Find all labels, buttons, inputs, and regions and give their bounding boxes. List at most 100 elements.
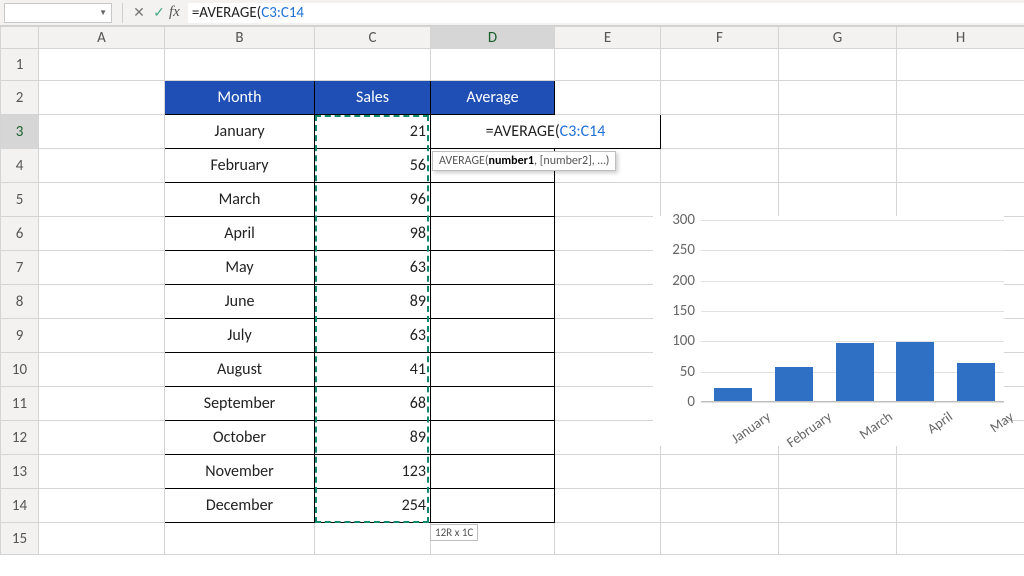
- cell[interactable]: [779, 489, 897, 523]
- col-header[interactable]: C: [315, 27, 431, 49]
- cell[interactable]: [555, 251, 661, 285]
- row-header[interactable]: 4: [1, 149, 39, 183]
- cell[interactable]: [555, 421, 661, 455]
- cell[interactable]: [39, 285, 165, 319]
- row-header[interactable]: 1: [1, 49, 39, 81]
- cell[interactable]: [39, 523, 165, 555]
- row-header[interactable]: 13: [1, 455, 39, 489]
- cell[interactable]: [661, 149, 779, 183]
- col-header[interactable]: G: [779, 27, 897, 49]
- cell[interactable]: [39, 455, 165, 489]
- cell[interactable]: [661, 115, 779, 149]
- select-all-corner[interactable]: [1, 27, 39, 49]
- cell-month[interactable]: December: [165, 489, 315, 523]
- cell[interactable]: [431, 421, 555, 455]
- cell[interactable]: [431, 285, 555, 319]
- col-header[interactable]: A: [39, 27, 165, 49]
- row-header[interactable]: 6: [1, 217, 39, 251]
- chevron-down-icon[interactable]: ▼: [99, 8, 107, 18]
- cell[interactable]: [555, 353, 661, 387]
- cell[interactable]: [431, 489, 555, 523]
- cell[interactable]: [897, 489, 1024, 523]
- cell[interactable]: [165, 523, 315, 555]
- fx-icon[interactable]: fx: [169, 4, 180, 21]
- col-header[interactable]: F: [661, 27, 779, 49]
- cell[interactable]: [39, 217, 165, 251]
- cell[interactable]: [431, 217, 555, 251]
- cell-sales[interactable]: 63: [315, 251, 431, 285]
- cell-sales[interactable]: 41: [315, 353, 431, 387]
- cell-month[interactable]: August: [165, 353, 315, 387]
- cell[interactable]: [165, 49, 315, 81]
- cell[interactable]: [779, 115, 897, 149]
- row-header[interactable]: 2: [1, 81, 39, 115]
- cell-sales[interactable]: 96: [315, 183, 431, 217]
- cell-sales[interactable]: 56: [315, 149, 431, 183]
- cell[interactable]: [555, 319, 661, 353]
- cell[interactable]: [555, 49, 661, 81]
- cell-sales[interactable]: 123: [315, 455, 431, 489]
- cell[interactable]: [431, 251, 555, 285]
- cell[interactable]: [431, 319, 555, 353]
- row-header[interactable]: 8: [1, 285, 39, 319]
- cell[interactable]: [897, 115, 1024, 149]
- cell-month[interactable]: October: [165, 421, 315, 455]
- cell[interactable]: [779, 49, 897, 81]
- cell[interactable]: [555, 387, 661, 421]
- name-box[interactable]: ▼: [4, 3, 112, 23]
- cell[interactable]: [779, 149, 897, 183]
- cell[interactable]: [39, 149, 165, 183]
- col-header[interactable]: B: [165, 27, 315, 49]
- cell[interactable]: [431, 353, 555, 387]
- row-header[interactable]: 3: [1, 115, 39, 149]
- cell-month[interactable]: July: [165, 319, 315, 353]
- col-header[interactable]: D: [431, 27, 555, 49]
- spreadsheet-grid[interactable]: A B C D E F G H 1 2 Month Sales Average …: [0, 26, 1024, 555]
- cell[interactable]: [897, 49, 1024, 81]
- cell[interactable]: [661, 81, 779, 115]
- cell[interactable]: [555, 455, 661, 489]
- row-header[interactable]: 9: [1, 319, 39, 353]
- cell[interactable]: [315, 523, 431, 555]
- cell-sales[interactable]: 68: [315, 387, 431, 421]
- cell-formula-editing[interactable]: =AVERAGE(C3:C14: [431, 115, 661, 149]
- cell[interactable]: [315, 49, 431, 81]
- cell[interactable]: [661, 49, 779, 81]
- row-header[interactable]: 12: [1, 421, 39, 455]
- cell[interactable]: [661, 523, 779, 555]
- cell[interactable]: [897, 81, 1024, 115]
- cell-month[interactable]: March: [165, 183, 315, 217]
- cell[interactable]: [39, 81, 165, 115]
- cell[interactable]: [39, 251, 165, 285]
- table-header-average[interactable]: Average: [431, 81, 555, 115]
- cell-sales[interactable]: 89: [315, 421, 431, 455]
- cell[interactable]: [897, 149, 1024, 183]
- row-header[interactable]: 10: [1, 353, 39, 387]
- cell-month[interactable]: February: [165, 149, 315, 183]
- cell-month[interactable]: June: [165, 285, 315, 319]
- row-header[interactable]: 7: [1, 251, 39, 285]
- cell[interactable]: [431, 387, 555, 421]
- sales-bar-chart[interactable]: 050100150200250300JanuaryFebruaryMarchAp…: [653, 216, 1004, 446]
- cell[interactable]: [555, 81, 661, 115]
- col-header[interactable]: H: [897, 27, 1024, 49]
- row-header[interactable]: 11: [1, 387, 39, 421]
- table-header-sales[interactable]: Sales: [315, 81, 431, 115]
- cell[interactable]: [661, 489, 779, 523]
- cancel-formula-button[interactable]: ✕: [129, 4, 149, 21]
- cell[interactable]: [39, 183, 165, 217]
- cell-month[interactable]: September: [165, 387, 315, 421]
- cell[interactable]: [39, 49, 165, 81]
- cell[interactable]: [39, 319, 165, 353]
- row-header[interactable]: 5: [1, 183, 39, 217]
- cell-month[interactable]: April: [165, 217, 315, 251]
- cell[interactable]: [39, 489, 165, 523]
- cell[interactable]: [431, 49, 555, 81]
- cell[interactable]: [779, 183, 897, 217]
- cell[interactable]: [555, 489, 661, 523]
- cell[interactable]: [555, 183, 661, 217]
- accept-formula-button[interactable]: ✓: [149, 4, 169, 21]
- cell[interactable]: [431, 455, 555, 489]
- cell[interactable]: [555, 217, 661, 251]
- col-header[interactable]: E: [555, 27, 661, 49]
